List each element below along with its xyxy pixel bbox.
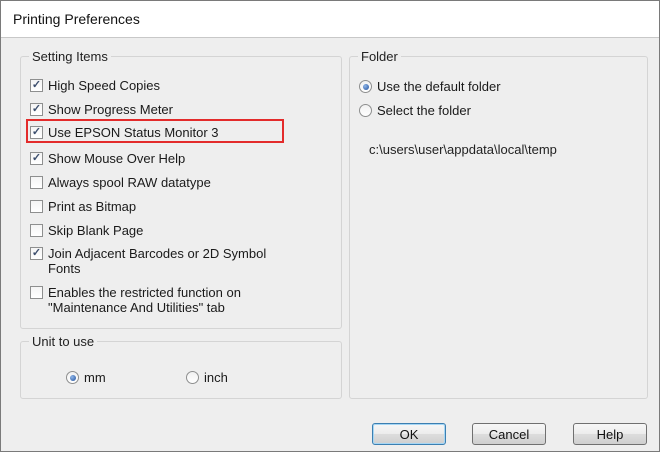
unit-legend: Unit to use bbox=[32, 334, 95, 349]
folder-legend: Folder bbox=[361, 49, 398, 64]
checkbox-box[interactable]: ✓ bbox=[30, 247, 43, 260]
checkbox-box[interactable] bbox=[30, 176, 43, 189]
checkbox-label: Always spool RAW datatype bbox=[48, 175, 211, 190]
dialog-title: Printing Preferences bbox=[13, 11, 140, 27]
help-button[interactable]: Help bbox=[573, 423, 647, 445]
checkbox-print-as-bitmap[interactable]: Print as Bitmap bbox=[30, 199, 136, 214]
checkbox-box[interactable]: ✓ bbox=[30, 79, 43, 92]
cancel-button[interactable]: Cancel bbox=[472, 423, 546, 445]
checkbox-enable-restricted-function[interactable]: Enables the restricted function on "Main… bbox=[30, 285, 330, 315]
folder-group: Folder bbox=[349, 49, 648, 399]
checkbox-label: Show Progress Meter bbox=[48, 102, 173, 117]
highlight-box bbox=[26, 119, 284, 143]
radio-button[interactable] bbox=[186, 371, 199, 384]
printing-preferences-dialog: Printing Preferences Setting Items ✓ Hig… bbox=[0, 0, 660, 452]
radio-unit-inch[interactable]: inch bbox=[186, 370, 228, 385]
radio-button[interactable] bbox=[66, 371, 79, 384]
checkbox-box[interactable] bbox=[30, 224, 43, 237]
checkbox-label: Join Adjacent Barcodes or 2D Symbol Font… bbox=[48, 246, 267, 276]
radio-button[interactable] bbox=[359, 104, 372, 117]
checkbox-box[interactable]: ✓ bbox=[30, 152, 43, 165]
checkbox-always-spool-raw[interactable]: Always spool RAW datatype bbox=[30, 175, 211, 190]
radio-button[interactable] bbox=[359, 80, 372, 93]
checkbox-box[interactable] bbox=[30, 286, 43, 299]
title-bar: Printing Preferences bbox=[1, 1, 659, 38]
checkbox-skip-blank-page[interactable]: Skip Blank Page bbox=[30, 223, 143, 238]
radio-label: inch bbox=[204, 370, 228, 385]
checkbox-label: Enables the restricted function on "Main… bbox=[48, 285, 241, 315]
checkbox-label: Print as Bitmap bbox=[48, 199, 137, 214]
checkbox-label: Show Mouse Over Help bbox=[48, 151, 186, 166]
setting-items-legend: Setting Items bbox=[32, 49, 108, 64]
radio-label: mm bbox=[84, 370, 106, 385]
checkbox-show-progress-meter[interactable]: ✓ Show Progress Meter bbox=[30, 102, 173, 117]
checkbox-join-adjacent-barcodes[interactable]: ✓ Join Adjacent Barcodes or 2D Symbol Fo… bbox=[30, 246, 280, 276]
radio-label: Select the folder bbox=[377, 103, 471, 118]
radio-select-folder[interactable]: Select the folder bbox=[359, 103, 471, 118]
radio-unit-mm[interactable]: mm bbox=[66, 370, 106, 385]
checkbox-high-speed-copies[interactable]: ✓ High Speed Copies bbox=[30, 78, 160, 93]
checkbox-label: High Speed Copies bbox=[48, 78, 161, 93]
checkbox-label: Skip Blank Page bbox=[48, 223, 144, 238]
checkbox-box[interactable] bbox=[30, 200, 43, 213]
radio-label: Use the default folder bbox=[377, 79, 501, 94]
unit-group: Unit to use bbox=[20, 334, 342, 399]
checkbox-show-mouse-over-help[interactable]: ✓ Show Mouse Over Help bbox=[30, 151, 185, 166]
folder-path: c:\users\user\appdata\local\temp bbox=[369, 142, 557, 157]
radio-use-default-folder[interactable]: Use the default folder bbox=[359, 79, 501, 94]
ok-button[interactable]: OK bbox=[372, 423, 446, 445]
checkbox-box[interactable]: ✓ bbox=[30, 103, 43, 116]
